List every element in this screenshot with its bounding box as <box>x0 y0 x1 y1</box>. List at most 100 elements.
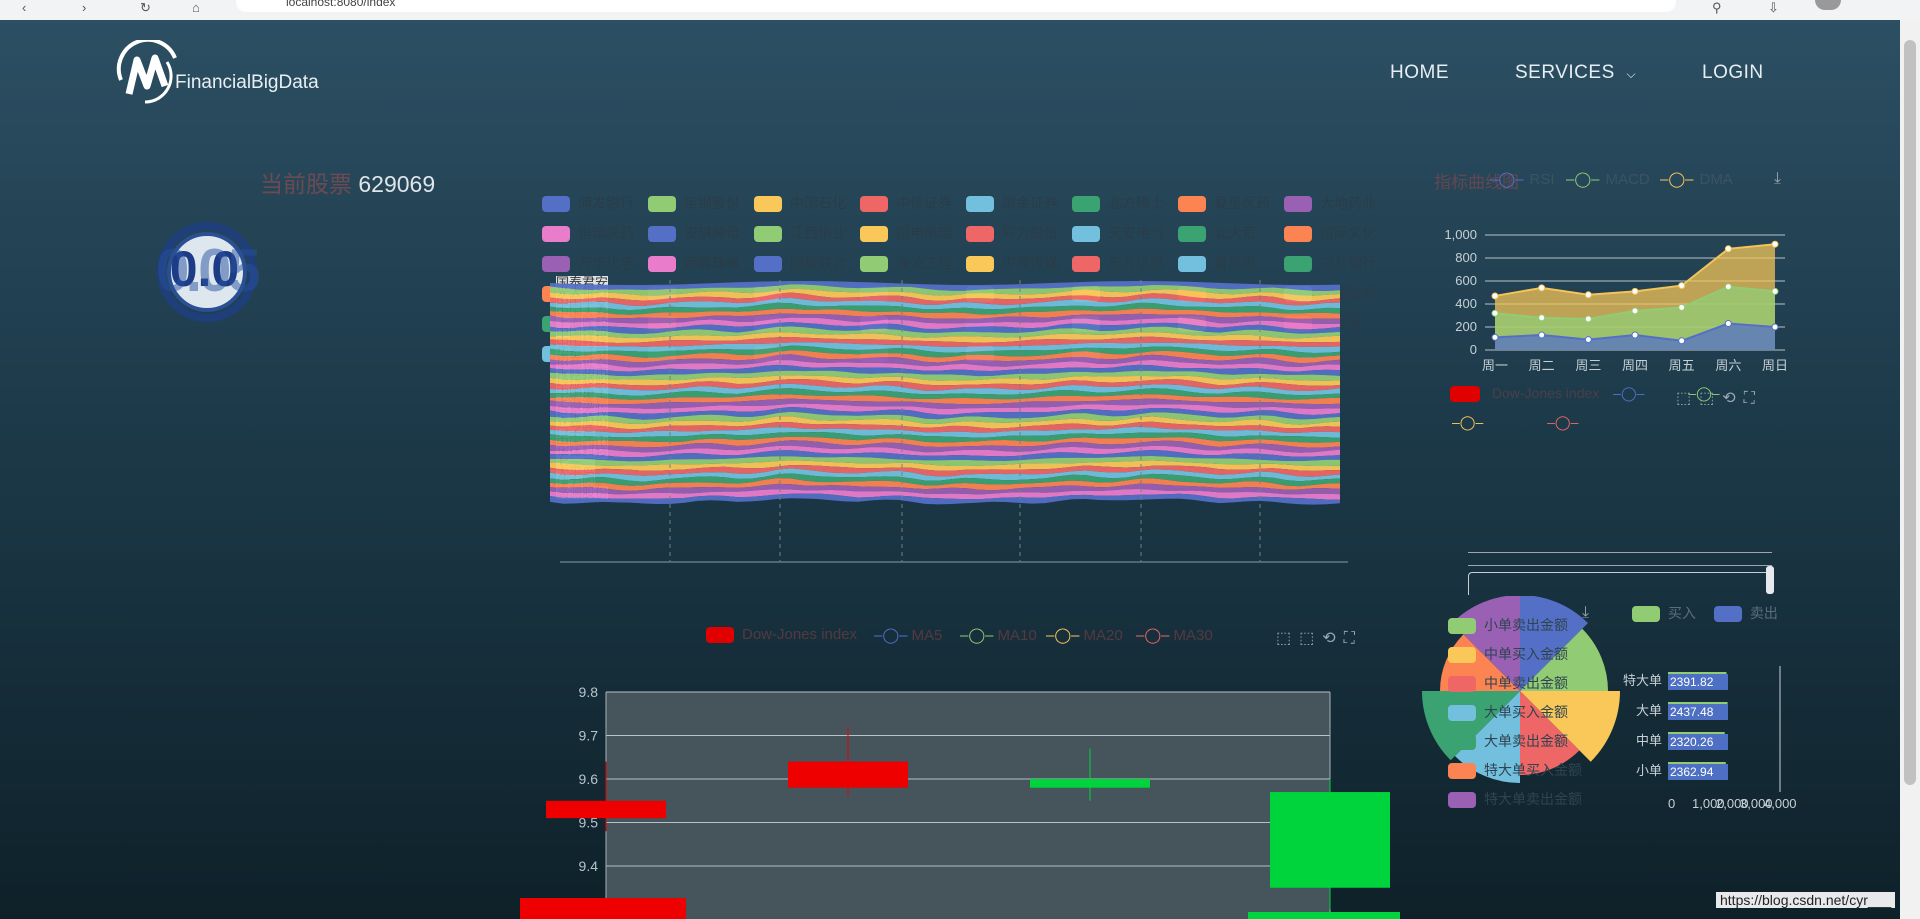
river-legend-label: 天安电气 <box>1108 225 1164 241</box>
river-legend-swatch <box>966 196 994 213</box>
river-legend-swatch <box>1284 256 1312 273</box>
nav-login[interactable]: LOGIN <box>1702 62 1764 84</box>
weekly-point <box>1584 291 1592 299</box>
kline-candle-partial <box>520 898 686 919</box>
weekly-point <box>1724 245 1732 253</box>
datazoom-track[interactable] <box>1468 572 1773 595</box>
river-legend-item: 中国石化 <box>754 193 846 213</box>
extension-icon[interactable]: ⚲ <box>1712 0 1722 16</box>
river-legend-item: 复星医药 <box>1178 193 1270 213</box>
river-legend-swatch <box>966 256 994 273</box>
current-stock: 当前股票 629069 <box>260 165 435 199</box>
page-scrollbar[interactable] <box>1900 20 1920 919</box>
weekly-legend-item: –◯– RSI <box>1490 170 1555 188</box>
river-legend-label: 中信证券 <box>896 195 952 211</box>
river-month-label: 2月 <box>659 569 681 570</box>
address-bar[interactable]: localhost:8080/index <box>236 0 1676 12</box>
kline-candle <box>546 800 666 819</box>
pie-legend-swatch <box>1448 734 1476 751</box>
mini-toolbox-icons[interactable]: ⬚⬚⟲⛶ <box>1676 388 1763 408</box>
river-legend-item: 兴业银行 <box>1284 253 1376 273</box>
weekly-point <box>1771 240 1779 248</box>
river-legend-item: 江西铜业 <box>754 223 846 243</box>
browser-toolbar: ‹ › ↻ ⌂ localhost:8080/index ⚲ ⇩ <box>0 0 1920 20</box>
river-legend-swatch <box>1284 226 1312 243</box>
back-icon[interactable]: ‹ <box>22 0 26 15</box>
downloads-icon[interactable]: ⇩ <box>1768 0 1779 16</box>
weekly-legend-label: MACD <box>1605 171 1650 188</box>
river-legend-label: 北方稀土 <box>1108 195 1164 211</box>
pie-top-legend: 买入 卖出 <box>1632 603 1778 623</box>
kline-candle <box>1030 779 1150 788</box>
weekly-y-tick: 1,000 <box>1444 227 1477 242</box>
forward-icon[interactable]: › <box>82 0 86 15</box>
hbar-category-label: 小单 <box>1636 763 1662 778</box>
river-legend-label: 西藏珠峰 <box>684 255 740 271</box>
river-legend-label: 北大荒 <box>1214 225 1256 241</box>
river-legend-swatch <box>754 226 782 243</box>
river-legend-item: 国际文化 <box>1284 223 1376 243</box>
river-legend-item: 万华化学 <box>542 253 634 273</box>
weekly-legend-item: –◯– DMA <box>1660 170 1733 188</box>
river-legend-swatch <box>1178 226 1206 243</box>
datazoom-slider[interactable] <box>1468 552 1772 566</box>
river-legend-swatch <box>754 196 782 213</box>
weekly-y-tick: 400 <box>1455 296 1477 311</box>
pie-legend-item: 特大单卖出金额 <box>1448 789 1582 809</box>
reload-icon[interactable]: ↻ <box>140 0 151 16</box>
river-legend-label: 国旅联合 <box>790 255 846 271</box>
weekly-point <box>1584 336 1592 344</box>
nav-services[interactable]: SERVICES ⌵ <box>1515 62 1636 84</box>
hbar-category-label: 特大单 <box>1623 673 1662 688</box>
river-legend-label: 兴业银行 <box>1320 255 1376 271</box>
river-legend-label: 海油工程 <box>896 255 952 271</box>
river-legend-item: 宝钢股份 <box>648 193 740 213</box>
weekly-point <box>1771 287 1779 295</box>
weekly-point <box>1491 292 1499 300</box>
pie-download-icon[interactable]: ⤓ <box>1582 604 1597 622</box>
river-chart: 2月 3月 4月 5月 6月 7月 <box>550 280 1348 570</box>
weekly-x-tick: 周五 <box>1669 358 1695 373</box>
weekly-y-tick: 200 <box>1455 319 1477 334</box>
river-legend-item: 恒瑞医药 <box>542 223 634 243</box>
kline-chart: 9.89.79.69.59.4 <box>520 684 1400 919</box>
pie-legend-item: 大单卖出金额 <box>1448 731 1568 751</box>
kline-legend-item: –◯– MA20 <box>1046 626 1123 644</box>
river-legend-label: 同方股份 <box>1002 225 1058 241</box>
pie-legend-item: 特大单买入金额 <box>1448 760 1582 780</box>
weekly-legend-icon: –◯– <box>1490 171 1524 188</box>
kline-toolbox-icons[interactable]: ⬚⬚⟲⛶ <box>1276 628 1363 648</box>
hbar-x-tick: 4,000 <box>1764 796 1797 810</box>
weekly-point <box>1724 320 1732 328</box>
weekly-point <box>1678 337 1686 345</box>
river-legend-swatch <box>860 226 888 243</box>
river-month-label: 4月 <box>891 569 913 570</box>
mini-legend-ma30-icon: –◯– <box>1547 414 1579 430</box>
pie-legend-label: 中单卖出金额 <box>1484 675 1568 691</box>
river-legend-label: 宝钢股份 <box>684 195 740 211</box>
mini-legend-swatch <box>1450 386 1480 403</box>
weekly-point <box>1631 331 1639 339</box>
pie-legend-item: 小单卖出金额 <box>1448 615 1568 635</box>
profile-avatar[interactable] <box>1815 0 1841 10</box>
weekly-point <box>1631 287 1639 295</box>
mini-legend-index: Dow-Jones index <box>1491 385 1600 401</box>
river-legend-swatch <box>754 256 782 273</box>
download-icon[interactable]: ⤓ <box>1774 170 1789 188</box>
datazoom-handle[interactable] <box>1766 566 1774 594</box>
river-legend-item: 国金证券 <box>966 193 1058 213</box>
kline-legend-item: –◯– MA5 <box>874 626 942 644</box>
kline-y-tick: 9.7 <box>579 728 599 744</box>
home-icon[interactable]: ⌂ <box>192 0 200 15</box>
scrollbar-thumb[interactable] <box>1904 40 1916 785</box>
brand-logo[interactable]: FinancialBigData <box>115 40 319 104</box>
kline-candle-partial <box>1248 912 1400 919</box>
weekly-y-tick: 0 <box>1470 342 1477 357</box>
nav-home[interactable]: HOME <box>1390 62 1449 84</box>
pie-legend-item: 大单买入金额 <box>1448 702 1568 722</box>
river-legend-item: 国电南瑞 <box>860 223 952 243</box>
hbar-category-label: 中单 <box>1636 733 1662 748</box>
footer-credit[interactable]: https://blog.csdn.net/cyr___ <box>1716 892 1896 908</box>
river-legend-label: 中视传媒 <box>1002 255 1058 271</box>
brand-name: FinancialBigData <box>175 72 319 93</box>
